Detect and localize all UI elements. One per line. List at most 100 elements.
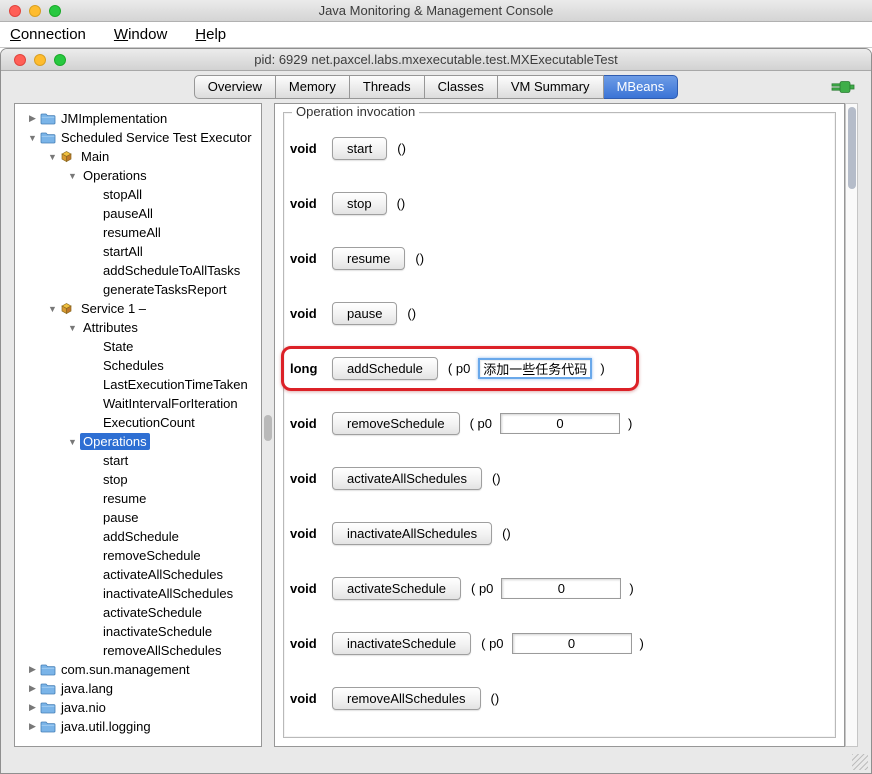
tree-item-resumeall[interactable]: resumeAll bbox=[15, 223, 261, 242]
folder-icon bbox=[40, 721, 58, 733]
menu-window[interactable]: Window bbox=[114, 26, 167, 43]
tree-item-addschedule[interactable]: addSchedule bbox=[15, 527, 261, 546]
tree-item-resume[interactable]: resume bbox=[15, 489, 261, 508]
addschedule-p0-input[interactable] bbox=[478, 358, 593, 379]
tree-item-state[interactable]: State bbox=[15, 337, 261, 356]
invoke-pause-button[interactable]: pause bbox=[332, 302, 398, 325]
zoom-button[interactable] bbox=[49, 4, 61, 17]
resize-grip[interactable] bbox=[852, 754, 868, 770]
tree-item-waitintervalforiteration[interactable]: WaitIntervalForIteration bbox=[15, 394, 261, 413]
disclosure-expanded-icon[interactable]: ▼ bbox=[25, 133, 40, 143]
operation-row-inactivateschedule: void inactivateSchedule ( p0) bbox=[284, 616, 835, 671]
tree-item-start[interactable]: start bbox=[15, 451, 261, 470]
tree-item-label: pauseAll bbox=[103, 206, 153, 221]
param-open-paren: ( p0 bbox=[471, 581, 494, 596]
tree-item-generatetasksreport[interactable]: generateTasksReport bbox=[15, 280, 261, 299]
tree-item-label: stop bbox=[103, 472, 128, 487]
disclosure-collapsed-icon[interactable]: ▶ bbox=[25, 664, 40, 675]
return-type-label: void bbox=[290, 471, 317, 486]
close-button[interactable] bbox=[9, 4, 21, 17]
disclosure-collapsed-icon[interactable]: ▶ bbox=[25, 113, 40, 124]
tree-item-removeschedule[interactable]: removeSchedule bbox=[15, 546, 261, 565]
tree-item-inactivateschedule[interactable]: inactivateSchedule bbox=[15, 622, 261, 641]
invoke-start-button[interactable]: start bbox=[332, 137, 388, 160]
tree-item-java-lang[interactable]: ▶ java.lang bbox=[15, 679, 261, 698]
invoke-removeallschedules-button[interactable]: removeAllSchedules bbox=[332, 687, 481, 710]
disclosure-collapsed-icon[interactable]: ▶ bbox=[25, 702, 40, 713]
connection-titlebar[interactable]: pid: 6929 net.paxcel.labs.mxexecutable.t… bbox=[1, 49, 871, 71]
tree-item-jmimplementation[interactable]: ▶ JMImplementation bbox=[15, 109, 261, 128]
connected-plug-icon[interactable] bbox=[829, 79, 855, 95]
tree-item-pause[interactable]: pause bbox=[15, 508, 261, 527]
minimize-button[interactable] bbox=[29, 4, 41, 17]
return-type-label: void bbox=[290, 306, 317, 321]
param-open-paren: ( p0 bbox=[447, 361, 471, 376]
disclosure-expanded-icon[interactable]: ▼ bbox=[45, 304, 60, 314]
split-divider[interactable] bbox=[262, 103, 274, 747]
operation-row-start: void start () bbox=[284, 121, 835, 176]
tab-overview[interactable]: Overview bbox=[193, 75, 276, 99]
tree-item-inactivateallschedules[interactable]: inactivateAllSchedules bbox=[15, 584, 261, 603]
tree-item-java-nio[interactable]: ▶ java.nio bbox=[15, 698, 261, 717]
tab-mbeans[interactable]: MBeans bbox=[603, 75, 679, 99]
disclosure-collapsed-icon[interactable]: ▶ bbox=[25, 683, 40, 694]
tree-item-activateschedule[interactable]: activateSchedule bbox=[15, 603, 261, 622]
tree-item-lastexecutiontimetaken[interactable]: LastExecutionTimeTaken bbox=[15, 375, 261, 394]
disclosure-expanded-icon[interactable]: ▼ bbox=[45, 152, 60, 162]
removeschedule-p0-input[interactable] bbox=[499, 413, 620, 434]
tab-memory[interactable]: Memory bbox=[275, 75, 350, 99]
tree-item-label: JMImplementation bbox=[61, 111, 168, 126]
tab-vm-summary[interactable]: VM Summary bbox=[497, 75, 604, 99]
invoke-removeschedule-button[interactable]: removeSchedule bbox=[332, 412, 460, 435]
invoke-activateallschedules-button[interactable]: activateAllSchedules bbox=[332, 467, 482, 490]
tree-item-label: addScheduleToAllTasks bbox=[103, 263, 241, 278]
tree-item-service-1[interactable]: ▼ Service 1 – bbox=[15, 299, 261, 318]
menu-help[interactable]: Help bbox=[195, 26, 226, 43]
vertical-scrollbar[interactable] bbox=[845, 103, 858, 747]
disclosure-expanded-icon[interactable]: ▼ bbox=[65, 323, 80, 333]
activateschedule-p0-input[interactable] bbox=[501, 578, 622, 599]
invoke-inactivateallschedules-button[interactable]: inactivateAllSchedules bbox=[332, 522, 493, 545]
connection-close-button[interactable] bbox=[14, 53, 26, 66]
disclosure-expanded-icon[interactable]: ▼ bbox=[65, 437, 80, 447]
tree-item-main[interactable]: ▼ Main bbox=[15, 147, 261, 166]
vertical-scrollbar-thumb[interactable] bbox=[848, 107, 856, 189]
tree-item-schedules[interactable]: Schedules bbox=[15, 356, 261, 375]
tab-classes[interactable]: Classes bbox=[424, 75, 498, 99]
tree-item-java-util-logging[interactable]: ▶ java.util.logging bbox=[15, 717, 261, 736]
invoke-activateschedule-button[interactable]: activateSchedule bbox=[332, 577, 462, 600]
tree-item-operations[interactable]: ▼ Operations bbox=[15, 166, 261, 185]
disclosure-collapsed-icon[interactable]: ▶ bbox=[25, 721, 40, 732]
tree-item-executioncount[interactable]: ExecutionCount bbox=[15, 413, 261, 432]
connection-zoom-button[interactable] bbox=[54, 53, 66, 66]
tree-item-activateallschedules[interactable]: activateAllSchedules bbox=[15, 565, 261, 584]
tree-item-com-sun-management[interactable]: ▶ com.sun.management bbox=[15, 660, 261, 679]
tree-scrollbar-thumb[interactable] bbox=[264, 415, 272, 441]
tab-row: Overview Memory Threads Classes VM Summary MB… bbox=[1, 71, 871, 103]
tree-item-operations[interactable]: ▼ Operations bbox=[15, 432, 261, 451]
invoke-inactivateschedule-button[interactable]: inactivateSchedule bbox=[332, 632, 472, 655]
tree-item-label: inactivateAllSchedules bbox=[103, 586, 234, 601]
tree-item-attributes[interactable]: ▼ Attributes bbox=[15, 318, 261, 337]
return-type-label: void bbox=[290, 691, 317, 706]
tab-threads[interactable]: Threads bbox=[349, 75, 425, 99]
menu-connection[interactable]: Connection bbox=[10, 26, 86, 43]
invoke-resume-button[interactable]: resume bbox=[332, 247, 406, 270]
inactivateschedule-p0-input[interactable] bbox=[511, 633, 632, 654]
tree-item-pauseall[interactable]: pauseAll bbox=[15, 204, 261, 223]
tree-item-stop[interactable]: stop bbox=[15, 470, 261, 489]
invoke-stop-button[interactable]: stop bbox=[332, 192, 387, 215]
tree-item-removeallschedules[interactable]: removeAllSchedules bbox=[15, 641, 261, 660]
tree-item-addscheduletoalltasks[interactable]: addScheduleToAllTasks bbox=[15, 261, 261, 280]
tree-item-scheduled-service-test-executor[interactable]: ▼ Scheduled Service Test Executor bbox=[15, 128, 261, 147]
menu-bar: Connection Window Help bbox=[0, 22, 872, 48]
tree-item-stopall[interactable]: stopAll bbox=[15, 185, 261, 204]
operation-row-activateschedule: void activateSchedule ( p0) bbox=[284, 561, 835, 616]
disclosure-expanded-icon[interactable]: ▼ bbox=[65, 171, 80, 181]
tree-item-label: removeAllSchedules bbox=[103, 643, 222, 658]
connection-minimize-button[interactable] bbox=[34, 53, 46, 66]
invoke-addschedule-button[interactable]: addSchedule bbox=[332, 357, 438, 380]
window-titlebar[interactable]: Java Monitoring & Management Console bbox=[0, 0, 872, 22]
tree-item-startall[interactable]: startAll bbox=[15, 242, 261, 261]
tree-item-label: startAll bbox=[103, 244, 143, 259]
